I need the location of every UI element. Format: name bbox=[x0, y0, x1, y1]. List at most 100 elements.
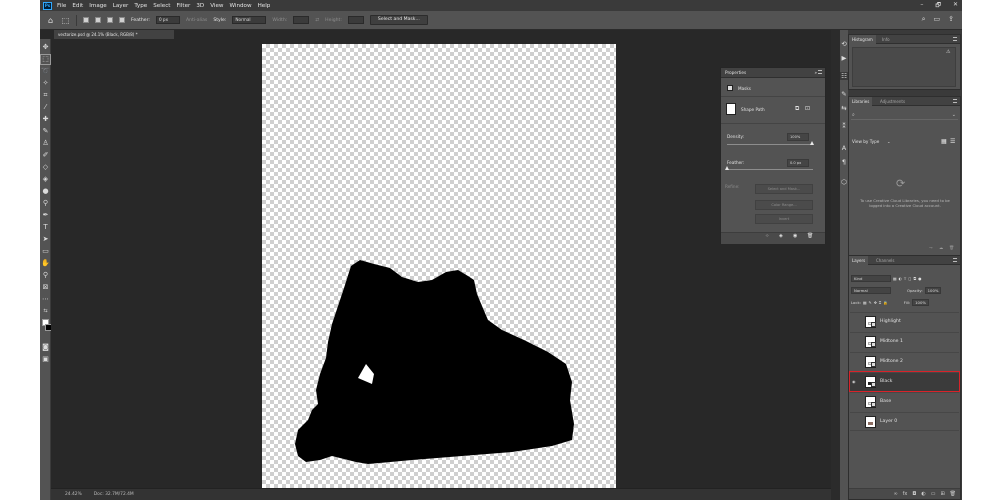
height-input[interactable] bbox=[347, 16, 364, 24]
tab-adjustments[interactable]: Adjustments bbox=[877, 97, 908, 106]
lock-transparency-icon[interactable]: ▦ bbox=[863, 300, 867, 305]
visibility-toggle[interactable] bbox=[852, 399, 857, 404]
screen-mode-icon[interactable]: ▣ bbox=[41, 355, 50, 364]
filter-kind-select[interactable]: Kind bbox=[851, 274, 891, 282]
home-icon[interactable]: ⌂ bbox=[46, 16, 55, 25]
menu-3d[interactable]: 3D bbox=[196, 3, 204, 9]
feather-input[interactable]: 0 px bbox=[155, 16, 180, 24]
lock-all-icon[interactable]: 🔒 bbox=[883, 300, 888, 305]
fill-input[interactable]: 100% bbox=[912, 298, 929, 306]
type-tool-icon[interactable]: T bbox=[41, 223, 50, 232]
panel-menu-icon[interactable] bbox=[953, 99, 957, 103]
3d-icon[interactable]: ⬡ bbox=[840, 178, 848, 186]
new-layer-icon[interactable]: ⊞ bbox=[940, 489, 944, 499]
visibility-icon[interactable]: ◉ bbox=[793, 233, 797, 239]
menu-edit[interactable]: Edit bbox=[72, 3, 83, 9]
quick-mask-icon[interactable]: ◙ bbox=[41, 343, 50, 352]
collapse-icon[interactable]: » bbox=[814, 70, 817, 75]
eye-icon[interactable]: ◉ bbox=[852, 379, 857, 384]
close-button[interactable]: ✕ bbox=[953, 1, 958, 11]
hand-tool-icon[interactable]: ✋ bbox=[41, 259, 50, 268]
tab-histogram[interactable]: Histogram bbox=[849, 35, 876, 44]
opacity-input[interactable]: 100% bbox=[924, 286, 942, 294]
intersect-selection-icon[interactable] bbox=[119, 17, 125, 23]
lock-pixels-icon[interactable]: ✎ bbox=[869, 300, 872, 305]
lock-position-icon[interactable]: ✥ bbox=[874, 300, 877, 305]
healing-tool-icon[interactable]: ✚ bbox=[41, 115, 50, 124]
marquee-preset-icon[interactable]: ⬚ bbox=[61, 16, 70, 25]
style-select[interactable]: Normal bbox=[232, 16, 267, 24]
crop-tool-icon[interactable]: ⌗ bbox=[41, 91, 50, 100]
path-selection-tool-icon[interactable]: ➤ bbox=[41, 235, 50, 244]
chevron-down-icon[interactable]: ⌄ bbox=[952, 112, 956, 118]
tab-channels[interactable]: Channels bbox=[873, 256, 898, 265]
visibility-toggle[interactable] bbox=[852, 319, 857, 324]
dodge-tool-icon[interactable]: ⚲ bbox=[41, 199, 50, 208]
zoom-level[interactable]: 24.42% bbox=[65, 492, 82, 497]
density-slider-track[interactable] bbox=[727, 144, 813, 145]
filter-adjust-icon[interactable]: ◐ bbox=[899, 276, 902, 281]
restore-button[interactable]: 🗗 bbox=[935, 1, 941, 11]
eraser-tool-icon[interactable]: ◇ bbox=[41, 163, 50, 172]
search-icon[interactable]: ⌕ bbox=[922, 15, 926, 24]
paths-icon[interactable]: ⁑ bbox=[840, 122, 848, 130]
select-and-mask-button[interactable]: Select and Mask... bbox=[755, 184, 813, 194]
view-by-type[interactable]: View by Type bbox=[852, 139, 879, 144]
fx-icon[interactable]: fx bbox=[903, 489, 908, 499]
menu-type[interactable]: Type bbox=[134, 3, 147, 9]
panel-menu-icon[interactable] bbox=[953, 258, 957, 262]
filter-toggle-icon[interactable]: ● bbox=[918, 276, 921, 281]
delete-mask-icon[interactable]: 🗑 bbox=[807, 233, 813, 239]
visibility-toggle[interactable] bbox=[852, 359, 857, 364]
vector-mask-icon[interactable]: ⊡ bbox=[805, 105, 810, 112]
actions-icon[interactable]: ▶ bbox=[840, 54, 848, 62]
menu-window[interactable]: Window bbox=[230, 3, 252, 9]
workspace-icon[interactable]: ▭ bbox=[934, 15, 941, 24]
properties-icon[interactable]: ☷ bbox=[840, 72, 848, 80]
menu-help[interactable]: Help bbox=[258, 3, 271, 9]
menu-file[interactable]: File bbox=[57, 3, 66, 9]
lock-artboard-icon[interactable]: ⌗ bbox=[879, 300, 881, 305]
load-selection-icon[interactable]: ⁘ bbox=[765, 233, 769, 239]
visibility-toggle[interactable] bbox=[852, 419, 857, 424]
apply-mask-icon[interactable]: ◈ bbox=[779, 233, 783, 239]
new-selection-icon[interactable] bbox=[83, 17, 89, 23]
marquee-tool-icon[interactable]: ⬚ bbox=[40, 54, 51, 65]
move-tool-icon[interactable]: ✥ bbox=[41, 43, 50, 52]
frame-tool-icon[interactable]: ⊠ bbox=[41, 283, 50, 292]
filter-shape-icon[interactable]: ◻ bbox=[908, 276, 911, 281]
subtract-selection-icon[interactable] bbox=[107, 17, 113, 23]
pen-tool-icon[interactable]: ✒ bbox=[41, 211, 50, 220]
minimize-button[interactable]: – bbox=[920, 1, 923, 11]
menu-image[interactable]: Image bbox=[89, 3, 107, 9]
filter-smart-icon[interactable]: ⧉ bbox=[913, 276, 916, 281]
density-slider-handle[interactable] bbox=[810, 141, 814, 145]
layer-row[interactable]: Midtone 2 bbox=[850, 352, 959, 371]
menu-layer[interactable]: Layer bbox=[113, 3, 129, 9]
antialias-checkbox[interactable]: Anti-alias bbox=[186, 18, 207, 23]
density-input[interactable]: 100% bbox=[787, 133, 809, 141]
document-canvas[interactable] bbox=[262, 44, 616, 490]
brush-tool-icon[interactable]: ✎ bbox=[41, 127, 50, 136]
feather-input[interactable]: 0.0 px bbox=[787, 159, 809, 167]
group-icon[interactable]: ▭ bbox=[931, 489, 936, 499]
filter-pixel-icon[interactable]: ▦ bbox=[893, 276, 897, 281]
paint-bucket-tool-icon[interactable]: ◈ bbox=[41, 175, 50, 184]
delete-icon[interactable]: 🗑 bbox=[949, 245, 954, 251]
panel-menu-icon[interactable] bbox=[953, 37, 957, 41]
apply-mask-icon[interactable]: ⧉ bbox=[795, 105, 799, 113]
width-input[interactable] bbox=[293, 16, 310, 24]
paragraph-icon[interactable]: ¶ bbox=[840, 158, 848, 166]
add-mask-icon[interactable]: ◘ bbox=[912, 489, 916, 499]
history-brush-tool-icon[interactable]: ✐ bbox=[41, 151, 50, 160]
panel-menu-icon[interactable] bbox=[818, 70, 822, 74]
library-search[interactable]: ⌕ ⌄ bbox=[851, 111, 958, 120]
menu-filter[interactable]: Filter bbox=[176, 3, 190, 9]
document-tab[interactable]: vectorize.psd @ 24.1% (Black, RGB/8) * bbox=[54, 30, 174, 39]
storage-icon[interactable]: ⊸ bbox=[929, 245, 933, 250]
menu-view[interactable]: View bbox=[210, 3, 223, 9]
layer-row-selected[interactable]: ◉ Black bbox=[849, 371, 960, 392]
tab-layers[interactable]: Layers bbox=[849, 256, 869, 265]
chevron-down-icon[interactable]: ⌄ bbox=[887, 139, 891, 144]
adjustment-icon[interactable]: ◐ bbox=[921, 489, 925, 499]
